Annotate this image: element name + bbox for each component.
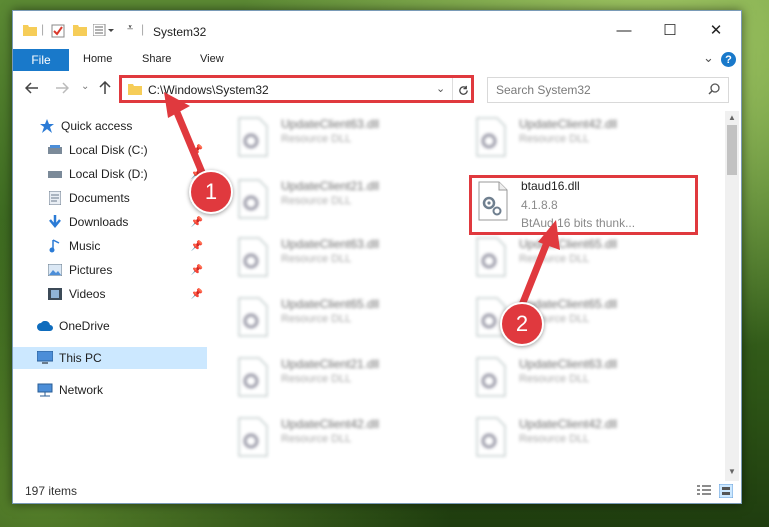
callout-arrows	[164, 92, 560, 309]
callout-badge-2: 2	[500, 302, 544, 346]
callout-arrow-1	[164, 92, 210, 186]
callout-arrow-2	[518, 220, 560, 309]
callout-badge-1: 1	[189, 170, 233, 214]
